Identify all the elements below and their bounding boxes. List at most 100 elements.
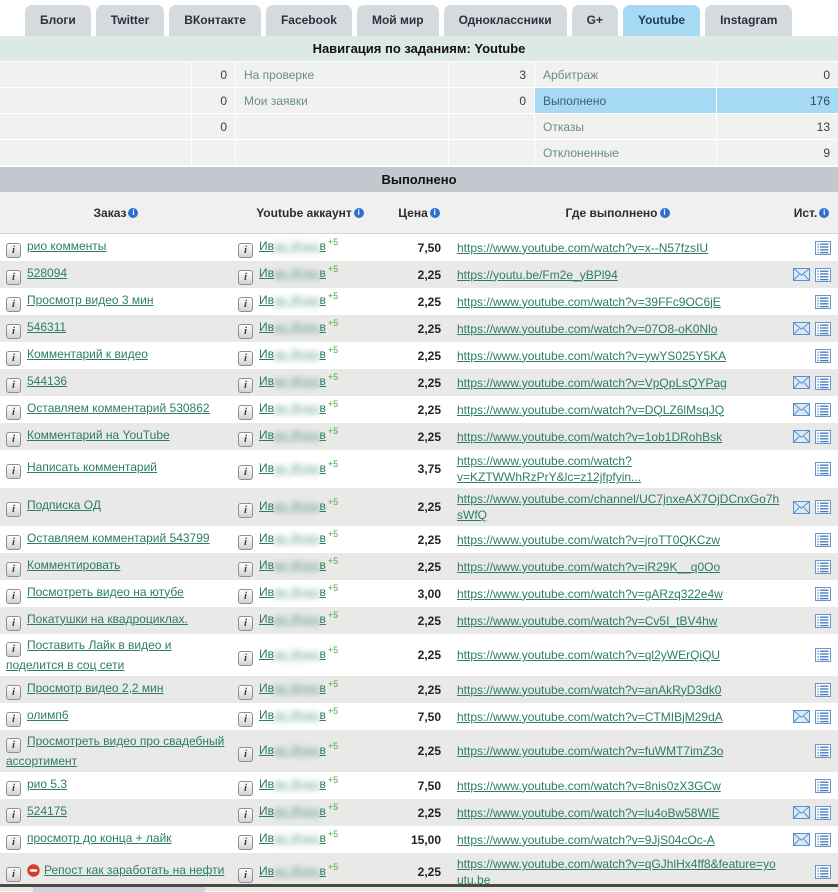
info-icon[interactable]: i bbox=[659, 207, 670, 218]
source-list-icon[interactable] bbox=[815, 348, 831, 363]
order-link[interactable]: Подписка ОД bbox=[27, 498, 101, 512]
source-list-icon[interactable] bbox=[815, 778, 831, 793]
order-link[interactable]: просмотр до конца + лайк bbox=[27, 831, 172, 845]
mail-icon[interactable] bbox=[793, 710, 810, 723]
account-link[interactable]: Иван Жуков bbox=[259, 647, 326, 661]
source-list-icon[interactable] bbox=[815, 294, 831, 309]
where-link[interactable]: https://www.youtube.com/watch?v=07O8-oK0… bbox=[457, 322, 717, 336]
source-list-icon[interactable] bbox=[815, 865, 831, 879]
source-list-icon[interactable] bbox=[815, 532, 831, 547]
info-icon[interactable]: i bbox=[429, 207, 440, 218]
tab-instagram[interactable]: Instagram bbox=[705, 5, 793, 36]
where-link[interactable]: https://www.youtube.com/watch?v=39FFc9OC… bbox=[457, 295, 721, 309]
order-link[interactable]: Просмотр видео 2,2 мин bbox=[27, 681, 164, 695]
info-icon[interactable]: i bbox=[353, 207, 364, 218]
where-link[interactable]: https://www.youtube.com/watch?v=fuWMT7im… bbox=[457, 744, 723, 758]
where-link[interactable]: https://www.youtube.com/watch?v=DQLZ6lMs… bbox=[457, 403, 724, 417]
info-button[interactable]: i bbox=[238, 270, 253, 285]
info-button[interactable]: i bbox=[238, 746, 253, 762]
order-link[interactable]: Написать комментарий bbox=[27, 460, 157, 474]
source-list-icon[interactable] bbox=[815, 429, 831, 444]
info-button[interactable]: i bbox=[6, 780, 21, 796]
account-link[interactable]: Иван Жуков bbox=[259, 831, 326, 845]
info-button[interactable]: i bbox=[6, 867, 21, 882]
account-link[interactable]: Иван Жуков bbox=[259, 743, 326, 757]
info-button[interactable]: i bbox=[6, 350, 21, 366]
source-list-icon[interactable] bbox=[815, 682, 831, 697]
order-link[interactable]: Поставить Лайк в видео и поделится в соц… bbox=[6, 638, 172, 672]
account-link[interactable]: Иван Жуков bbox=[259, 585, 326, 599]
account-link[interactable]: Иван Жуков bbox=[259, 864, 326, 878]
account-link[interactable]: Иван Жуков bbox=[259, 239, 326, 253]
mail-icon[interactable] bbox=[793, 322, 810, 335]
order-link[interactable]: Просмотреть видео про свадебный ассортим… bbox=[6, 734, 224, 768]
info-button[interactable]: i bbox=[238, 867, 253, 883]
info-button[interactable]: i bbox=[238, 535, 253, 550]
account-link[interactable]: Иван Жуков bbox=[259, 347, 326, 361]
order-link[interactable]: Комментарий на YouTube bbox=[27, 428, 170, 442]
account-link[interactable]: Иван Жуков bbox=[259, 777, 326, 791]
info-button[interactable]: i bbox=[6, 561, 21, 577]
where-link[interactable]: https://www.youtube.com/watch?v=Cv5I_tBV… bbox=[457, 614, 717, 628]
info-button[interactable]: i bbox=[6, 404, 21, 420]
info-button[interactable]: i bbox=[238, 297, 253, 312]
where-link[interactable]: https://www.youtube.com/channel/UC7jnxeA… bbox=[457, 492, 779, 522]
source-list-icon[interactable] bbox=[815, 240, 831, 255]
info-button[interactable]: i bbox=[6, 642, 21, 657]
info-icon[interactable]: i bbox=[819, 207, 830, 218]
order-link[interactable]: рио 5.3 bbox=[27, 777, 67, 791]
order-link[interactable]: Посмотреть видео на ютубе bbox=[27, 585, 184, 599]
info-button[interactable]: i bbox=[6, 588, 21, 604]
mail-icon[interactable] bbox=[793, 430, 810, 443]
where-link[interactable]: https://www.youtube.com/watch?v=jroTT0QK… bbox=[457, 533, 720, 547]
account-link[interactable]: Иван Жуков bbox=[259, 428, 326, 442]
mail-icon[interactable] bbox=[793, 376, 810, 389]
info-button[interactable]: i bbox=[238, 351, 253, 366]
info-button[interactable]: i bbox=[238, 685, 253, 700]
info-button[interactable]: i bbox=[238, 464, 253, 480]
account-link[interactable]: Иван Жуков bbox=[259, 612, 326, 626]
info-button[interactable]: i bbox=[6, 269, 21, 285]
tab-odnoklassniki[interactable]: Одноклассники bbox=[443, 5, 567, 36]
account-link[interactable]: Иван Жуков bbox=[259, 681, 326, 695]
where-link[interactable]: https://www.youtube.com/watch?v=qGJhlHx4… bbox=[457, 857, 776, 887]
info-button[interactable]: i bbox=[6, 502, 21, 517]
account-link[interactable]: Иван Жуков bbox=[259, 266, 326, 280]
where-link[interactable]: https://www.youtube.com/watch?v=lu4oBw58… bbox=[457, 806, 719, 820]
source-list-icon[interactable] bbox=[815, 462, 831, 476]
order-link[interactable]: Оставляем комментарий 543799 bbox=[27, 531, 210, 545]
where-link[interactable]: https://youtu.be/Fm2e_yBPl94 bbox=[457, 268, 618, 282]
stat-label[interactable]: Выполнено bbox=[535, 88, 716, 113]
account-link[interactable]: Иван Жуков bbox=[259, 558, 326, 572]
mail-icon[interactable] bbox=[793, 806, 810, 819]
order-link[interactable]: 544136 bbox=[27, 374, 67, 388]
info-button[interactable]: i bbox=[238, 324, 253, 339]
where-link[interactable]: https://www.youtube.com/watch?v=iR29K__q… bbox=[457, 560, 720, 574]
order-link[interactable]: Оставляем комментарий 530862 bbox=[27, 401, 210, 415]
order-link[interactable]: Комментировать bbox=[27, 558, 120, 572]
tab-facebook[interactable]: Facebook bbox=[265, 5, 352, 36]
where-link[interactable]: https://www.youtube.com/watch?v=8nis0zX3… bbox=[457, 779, 721, 793]
info-button[interactable]: i bbox=[238, 589, 253, 604]
source-list-icon[interactable] bbox=[815, 267, 831, 282]
source-list-icon[interactable] bbox=[815, 321, 831, 336]
where-link[interactable]: https://www.youtube.com/watch?v=9JjS04cO… bbox=[457, 833, 715, 847]
tab-youtube[interactable]: Youtube bbox=[622, 5, 701, 36]
tab-blogs[interactable]: Блоги bbox=[25, 5, 91, 36]
stat-label[interactable]: Отклоненные bbox=[535, 140, 716, 165]
account-link[interactable]: Иван Жуков bbox=[259, 499, 326, 513]
info-button[interactable]: i bbox=[238, 616, 253, 631]
info-button[interactable]: i bbox=[238, 712, 253, 727]
source-list-icon[interactable] bbox=[815, 402, 831, 417]
info-button[interactable]: i bbox=[238, 243, 253, 258]
info-button[interactable]: i bbox=[6, 296, 21, 312]
info-button[interactable]: i bbox=[6, 464, 21, 479]
order-link[interactable]: Репост как заработать на нефти bbox=[44, 863, 224, 877]
info-button[interactable]: i bbox=[6, 834, 21, 850]
order-link[interactable]: олимп6 bbox=[27, 708, 69, 722]
stat-label[interactable]: На проверке bbox=[236, 62, 448, 87]
info-button[interactable]: i bbox=[6, 431, 21, 447]
source-list-icon[interactable] bbox=[815, 375, 831, 390]
info-button[interactable]: i bbox=[238, 502, 253, 518]
where-link[interactable]: https://www.youtube.com/watch?v=anAkRyD3… bbox=[457, 683, 721, 697]
